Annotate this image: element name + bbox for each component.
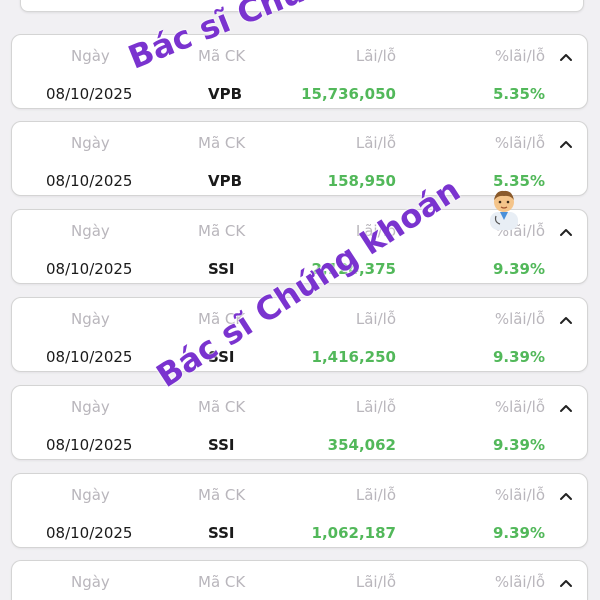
- trade-card[interactable]: Ngày Mã CK Lãi/lỗ %lãi/lỗ 08/10/2025 SSI…: [11, 473, 588, 548]
- trade-pct: 9.39%: [492, 348, 545, 366]
- trade-card[interactable]: Ngày Mã CK Lãi/lỗ %lãi/lỗ 08/10/2025 SSI…: [11, 385, 588, 460]
- trade-pct: 9.39%: [492, 260, 545, 278]
- trade-pnl: 2,124,375: [311, 260, 396, 278]
- trade-date: 08/10/2025: [46, 524, 133, 542]
- date-header: Ngày: [71, 486, 110, 504]
- pct-header: %lãi/lỗ: [494, 310, 545, 328]
- trade-pnl: 15,736,050: [301, 85, 396, 103]
- trade-pnl: 1,062,187: [311, 524, 396, 542]
- chevron-up-icon[interactable]: [557, 49, 575, 67]
- trade-symbol: VPB: [208, 172, 243, 190]
- pct-header: %lãi/lỗ: [494, 134, 545, 152]
- trade-symbol: SSI: [208, 436, 235, 454]
- chevron-up-icon[interactable]: [557, 224, 575, 242]
- pnl-header: Lãi/lỗ: [355, 310, 396, 328]
- trade-symbol: SSI: [208, 348, 235, 366]
- pct-header: %lãi/lỗ: [494, 573, 545, 591]
- trade-pct: 5.35%: [492, 85, 545, 103]
- symbol-header: Mã CK: [198, 47, 246, 65]
- pct-header: %lãi/lỗ: [494, 486, 545, 504]
- trade-date: 08/10/2025: [46, 436, 133, 454]
- trade-date: 08/10/2025: [46, 85, 133, 103]
- pnl-header: Lãi/lỗ: [355, 134, 396, 152]
- symbol-header: Mã CK: [198, 398, 246, 416]
- trade-card[interactable]: Ngày Mã CK Lãi/lỗ %lãi/lỗ 08/10/2025 SSI…: [11, 297, 588, 372]
- trade-symbol: VPB: [208, 85, 243, 103]
- trade-pnl: 158,950: [327, 172, 396, 190]
- pnl-header: Lãi/lỗ: [355, 486, 396, 504]
- pnl-header: Lãi/lỗ: [355, 573, 396, 591]
- pct-header: %lãi/lỗ: [494, 398, 545, 416]
- chevron-up-icon[interactable]: [557, 312, 575, 330]
- trade-symbol: SSI: [208, 524, 235, 542]
- pnl-header: Lãi/lỗ: [355, 398, 396, 416]
- trade-pct: 9.39%: [492, 436, 545, 454]
- pct-header: %lãi/lỗ: [494, 47, 545, 65]
- symbol-header: Mã CK: [198, 310, 246, 328]
- date-header: Ngày: [71, 398, 110, 416]
- chevron-up-icon[interactable]: [557, 488, 575, 506]
- trade-date: 08/10/2025: [46, 348, 133, 366]
- trade-card[interactable]: Ngày Mã CK Lãi/lỗ %lãi/lỗ 08/10/2025 VPB…: [11, 34, 588, 109]
- chevron-up-icon[interactable]: [557, 136, 575, 154]
- pnl-header: Lãi/lỗ: [355, 222, 396, 240]
- trade-pnl: 354,062: [327, 436, 396, 454]
- symbol-header: Mã CK: [198, 573, 246, 591]
- trade-card[interactable]: Ngày Mã CK Lãi/lỗ %lãi/lỗ: [11, 560, 588, 600]
- trade-pct: 9.39%: [492, 524, 545, 542]
- trade-symbol: SSI: [208, 260, 235, 278]
- date-header: Ngày: [71, 47, 110, 65]
- trade-date: 08/10/2025: [46, 172, 133, 190]
- symbol-header: Mã CK: [198, 134, 246, 152]
- symbol-header: Mã CK: [198, 222, 246, 240]
- date-header: Ngày: [71, 222, 110, 240]
- chevron-up-icon[interactable]: [557, 400, 575, 418]
- pnl-header: Lãi/lỗ: [355, 47, 396, 65]
- date-header: Ngày: [71, 573, 110, 591]
- symbol-header: Mã CK: [198, 486, 246, 504]
- date-header: Ngày: [71, 310, 110, 328]
- previous-card: [20, 0, 584, 12]
- chevron-up-icon[interactable]: [557, 575, 575, 593]
- date-header: Ngày: [71, 134, 110, 152]
- trade-pnl: 1,416,250: [311, 348, 396, 366]
- trade-date: 08/10/2025: [46, 260, 133, 278]
- doctor-emoji-icon: [480, 184, 528, 232]
